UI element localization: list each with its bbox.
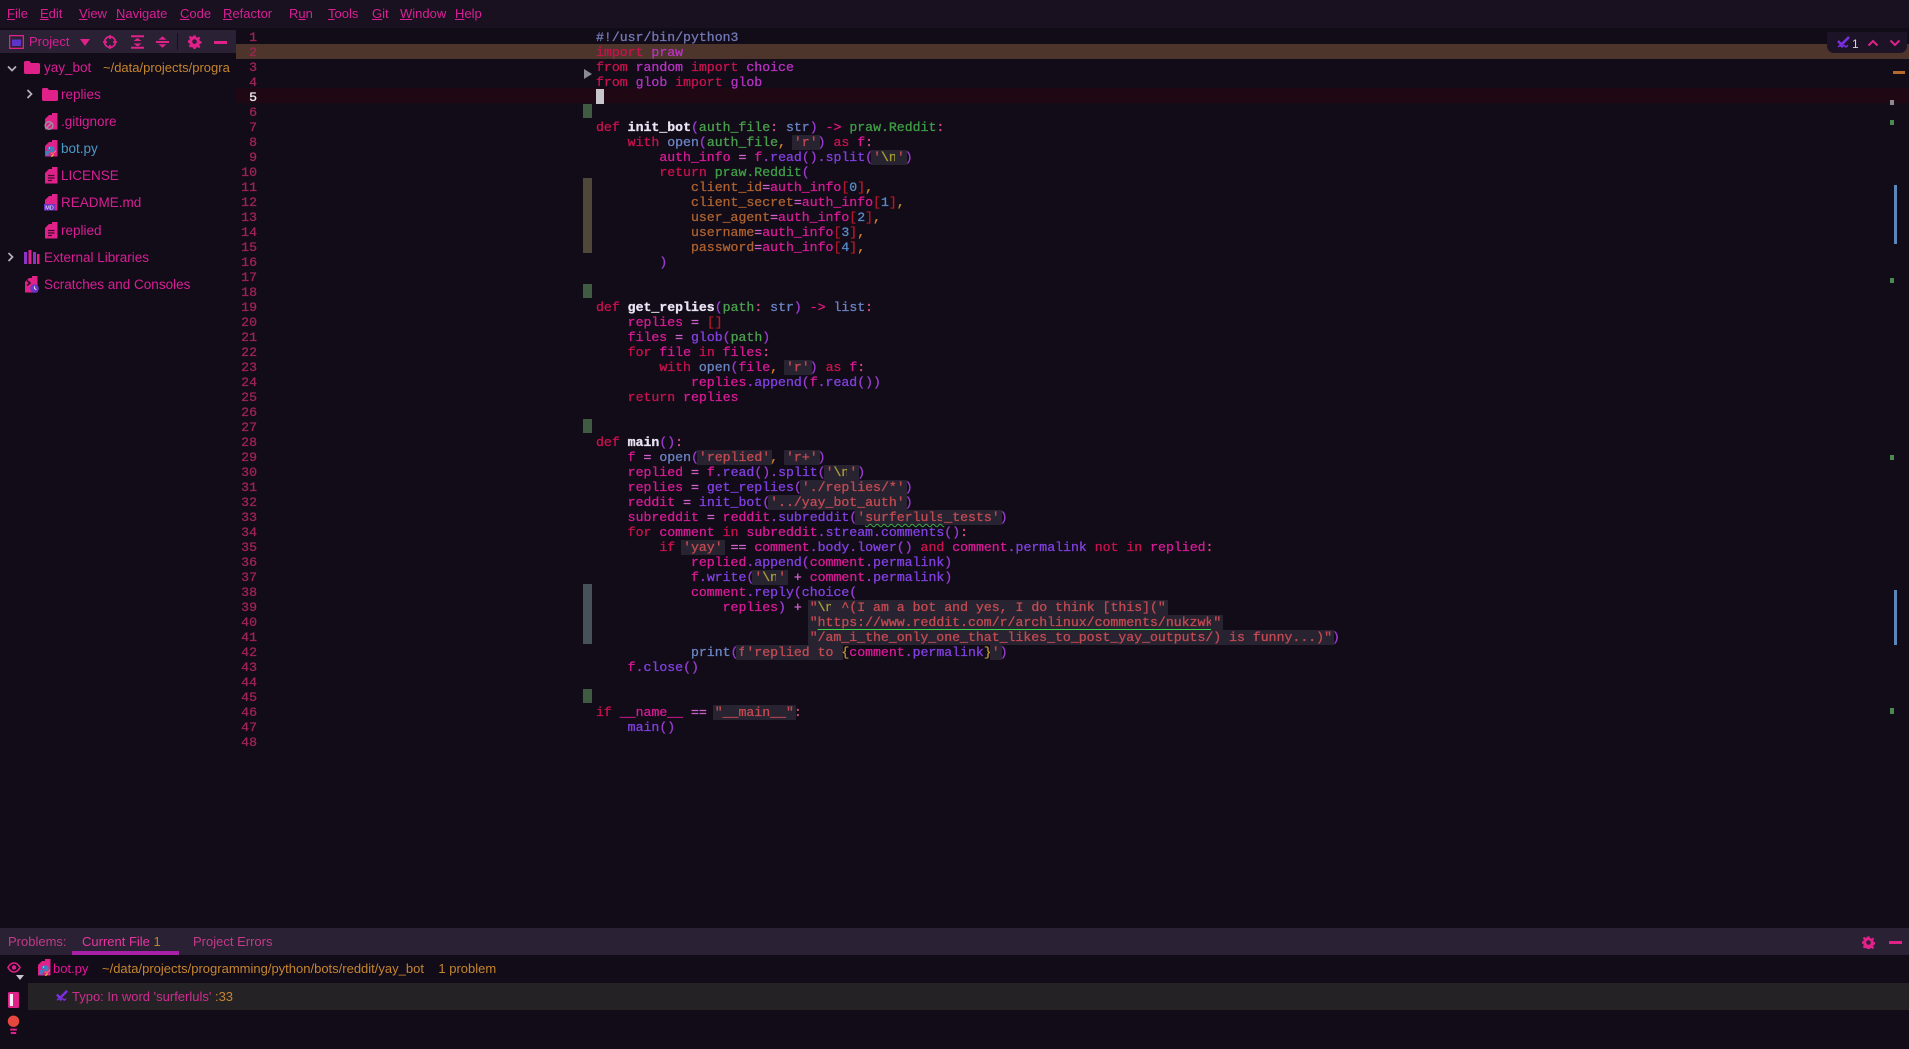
- svg-text:MD: MD: [45, 205, 54, 211]
